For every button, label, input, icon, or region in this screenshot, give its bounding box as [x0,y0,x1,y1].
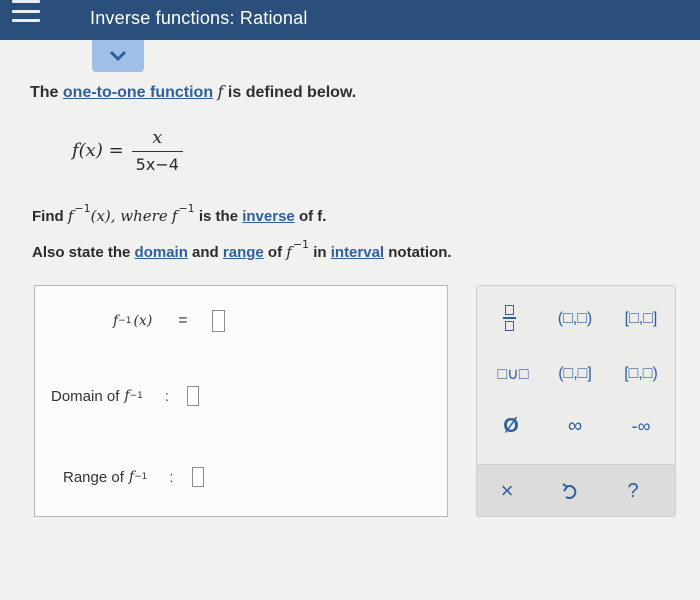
domain-link[interactable]: domain [135,244,188,261]
range-answer-row: Range of f −1 : [63,467,204,487]
empty-set-key[interactable]: Ø [495,411,527,441]
one-to-one-function-link[interactable]: one-to-one function [63,84,213,101]
domain-answer-row: Domain of f −1 : [51,386,200,406]
inverse-link[interactable]: inverse [242,208,295,225]
open-closed-interval-key[interactable]: (□,□] [549,361,601,387]
collapse-toggle-button[interactable] [92,40,144,72]
problem-intro: The one-to-one function f is defined bel… [30,82,357,101]
range-answer-input[interactable] [191,467,204,487]
fraction: x 5x−4 [131,127,183,174]
chevron-down-icon [109,50,127,62]
undo-key[interactable] [557,477,585,505]
infinity-key[interactable]: ∞ [557,411,593,441]
keypad-footer: × ? [477,464,675,516]
inverse-answer-input[interactable] [211,310,225,332]
undo-icon [562,483,577,499]
fraction-key[interactable] [495,300,523,336]
question-domain-range: Also state the domain and range of f−1 i… [32,238,452,261]
closed-open-interval-key[interactable]: [□,□) [615,361,667,387]
closed-interval-key[interactable]: [□,□] [615,306,667,332]
inverse-answer-row: f −1 (x) = [113,310,225,332]
domain-answer-input[interactable] [187,386,200,406]
question-find-inverse: Find f−1(x), where f−1 is the inverse of… [32,202,327,225]
fraction-icon [502,305,516,331]
page-title: Inverse functions: Rational [90,8,308,28]
range-link[interactable]: range [223,244,264,261]
union-key[interactable]: □∪□ [487,361,539,387]
math-keypad: (□,□) [□,□] □∪□ (□,□] [□,□) Ø ∞ -∞ × ? [476,285,676,517]
menu-icon[interactable] [12,0,40,22]
problem-content: The one-to-one function f is defined bel… [0,72,700,600]
negative-infinity-key[interactable]: -∞ [619,411,663,441]
open-interval-key[interactable]: (□,□) [549,306,601,332]
help-key[interactable]: ? [619,477,647,505]
top-bar: Inverse functions: Rational [0,0,700,40]
interval-link[interactable]: interval [331,244,384,261]
answer-panel: f −1 (x) = Domain of f −1 : Range of f −1 : [34,285,448,517]
function-definition: f(x) = x 5x−4 [72,120,183,180]
clear-key[interactable]: × [493,477,521,505]
